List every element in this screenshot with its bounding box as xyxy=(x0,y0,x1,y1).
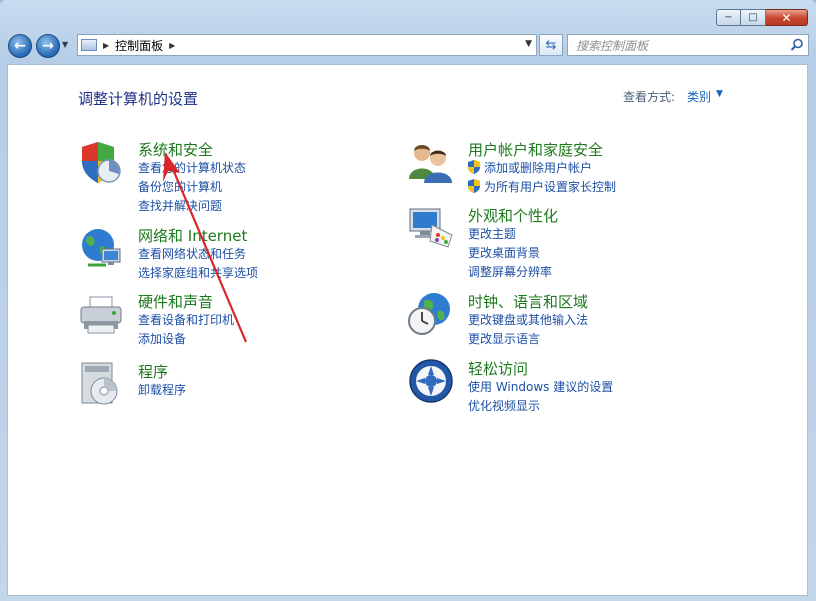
link-optimize-display[interactable]: 优化视频显示 xyxy=(468,397,540,414)
page-title: 调整计算机的设置 xyxy=(78,90,199,108)
link-network-status-tasks[interactable]: 查看网络状态和任务 xyxy=(138,245,246,262)
link-view-computer-status[interactable]: 查看您的计算机状态 xyxy=(138,159,246,176)
forward-arrow-icon: → xyxy=(42,38,54,54)
link-change-theme[interactable]: 更改主题 xyxy=(468,225,516,242)
category-title[interactable]: 网络和 Internet xyxy=(138,225,247,246)
link-uninstall-program[interactable]: 卸载程序 xyxy=(138,381,186,398)
ease-of-access-icon xyxy=(409,359,453,403)
category-title[interactable]: 外观和个性化 xyxy=(468,205,558,226)
address-bar[interactable]: ▶ 控制面板 ▶ ▼ xyxy=(77,34,537,56)
search-icon[interactable] xyxy=(790,38,804,52)
control-panel-window: − □ ✕ ← → ▼ ▶ 控制面板 ▶ ▼ ⇆ 调整计算机的设置 查看方式: … xyxy=(0,0,816,601)
maximize-button[interactable]: □ xyxy=(741,9,766,26)
minimize-button[interactable]: − xyxy=(716,9,741,26)
monitor-palette-icon xyxy=(409,208,453,248)
network-globe-icon xyxy=(82,229,121,267)
recent-pages-dropdown-icon[interactable]: ▼ xyxy=(62,40,68,49)
users-icon xyxy=(409,145,452,183)
breadcrumb-separator-icon[interactable]: ▶ xyxy=(103,41,109,50)
link-add-remove-accounts[interactable]: 添加或删除用户帐户 xyxy=(484,159,592,176)
caption-buttons: − □ ✕ xyxy=(716,9,808,26)
programs-disc-icon xyxy=(81,362,118,405)
link-windows-recommended[interactable]: 使用 Windows 建议的设置 xyxy=(468,378,613,395)
category-title[interactable]: 轻松访问 xyxy=(468,358,528,379)
link-screen-resolution[interactable]: 调整屏幕分辨率 xyxy=(468,263,552,280)
back-arrow-icon: ← xyxy=(14,38,26,54)
breadcrumb-control-panel[interactable]: 控制面板 xyxy=(115,37,163,54)
category-title[interactable]: 硬件和声音 xyxy=(138,291,213,312)
shield-flag-icon xyxy=(82,142,121,183)
view-by-dropdown[interactable]: 类别 xyxy=(687,88,711,105)
link-find-fix-problems[interactable]: 查找并解决问题 xyxy=(138,197,222,214)
search-input[interactable] xyxy=(574,36,788,56)
category-title[interactable]: 时钟、语言和区域 xyxy=(468,291,588,312)
breadcrumb-separator-icon[interactable]: ▶ xyxy=(169,41,175,50)
forward-button[interactable]: → xyxy=(36,34,60,58)
link-change-keyboard[interactable]: 更改键盘或其他输入法 xyxy=(468,311,588,328)
refresh-icon: ⇆ xyxy=(545,37,557,53)
view-by-label: 查看方式: xyxy=(623,90,676,104)
category-title[interactable]: 用户帐户和家庭安全 xyxy=(468,139,603,160)
link-add-device[interactable]: 添加设备 xyxy=(138,330,186,347)
link-change-background[interactable]: 更改桌面背景 xyxy=(468,244,540,261)
link-homegroup-sharing[interactable]: 选择家庭组和共享选项 xyxy=(138,264,258,281)
printer-icon xyxy=(80,296,122,334)
clock-globe-icon xyxy=(408,293,450,335)
close-button[interactable]: ✕ xyxy=(766,9,808,26)
category-title[interactable]: 程序 xyxy=(138,361,168,382)
control-panel-icon xyxy=(81,39,97,51)
link-change-display-language[interactable]: 更改显示语言 xyxy=(468,330,540,347)
chevron-down-icon[interactable]: ▼ xyxy=(716,89,723,99)
uac-shield-icon xyxy=(468,179,480,193)
link-parental-controls[interactable]: 为所有用户设置家长控制 xyxy=(484,178,616,195)
back-button[interactable]: ← xyxy=(8,34,32,58)
refresh-button[interactable]: ⇆ xyxy=(539,34,563,56)
uac-shield-icon xyxy=(468,160,480,174)
category-title[interactable]: 系统和安全 xyxy=(138,139,213,160)
link-devices-printers[interactable]: 查看设备和打印机 xyxy=(138,311,234,328)
navigation-bar: ← → ▼ ▶ 控制面板 ▶ ▼ ⇆ xyxy=(6,32,809,60)
link-backup-computer[interactable]: 备份您的计算机 xyxy=(138,178,222,195)
search-box[interactable] xyxy=(567,34,809,56)
address-dropdown-icon[interactable]: ▼ xyxy=(525,39,532,49)
content-pane: 调整计算机的设置 查看方式: 类别 ▼ 系统和安全 查看您的计算机状态 备份您的… xyxy=(7,64,808,596)
